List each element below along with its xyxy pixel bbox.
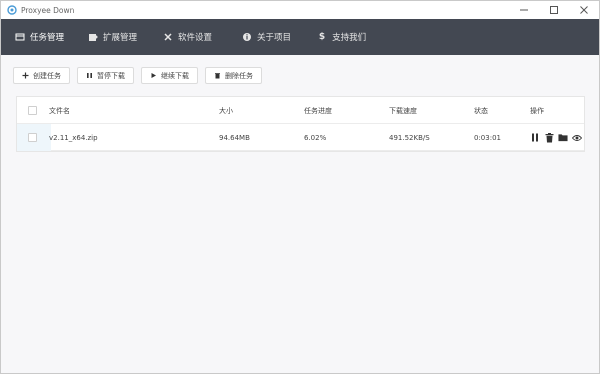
select-all-checkbox[interactable]: [28, 106, 37, 115]
nav-item-task-management[interactable]: 任务管理: [5, 19, 74, 55]
pause-icon[interactable]: [530, 133, 540, 143]
delete-task-button[interactable]: 删除任务: [205, 67, 262, 84]
delete-task-label: 删除任务: [225, 71, 253, 80]
trash-icon: [214, 72, 221, 79]
play-icon: [150, 72, 157, 79]
puzzle-icon: [88, 32, 98, 42]
create-task-button[interactable]: 创建任务: [13, 67, 70, 84]
nav-item-extension-management[interactable]: 扩展管理: [78, 19, 147, 55]
app-window: Proxyee Down 任务管理 扩展管理 软件设置 关于项目 $ 支持我们 …: [0, 0, 600, 374]
cell-filename: v2.11_x64.zip: [49, 133, 98, 142]
close-icon[interactable]: [569, 1, 599, 19]
create-task-label: 创建任务: [33, 71, 61, 80]
header-filename: 文件名: [49, 106, 70, 115]
header-speed: 下载速度: [389, 106, 417, 115]
row-checkbox[interactable]: [28, 133, 37, 142]
tools-icon: [163, 32, 173, 42]
window-controls: [509, 1, 599, 19]
nav-item-about[interactable]: 关于项目: [232, 19, 301, 55]
cell-size: 94.64MB: [219, 133, 250, 142]
header-status: 状态: [474, 106, 488, 115]
trash-icon[interactable]: [544, 132, 554, 143]
main-nav: 任务管理 扩展管理 软件设置 关于项目 $ 支持我们: [1, 19, 599, 55]
minimize-icon[interactable]: [509, 1, 539, 19]
cell-status: 0:03:01: [474, 133, 501, 142]
row-select-cell: [17, 124, 51, 151]
cell-actions: [530, 124, 586, 151]
task-table: 文件名 大小 任务进度 下载速度 状态 操作 v2.11_x64.zip 94.…: [16, 96, 585, 152]
info-icon: [242, 32, 252, 42]
pause-download-button[interactable]: 暂停下载: [77, 67, 134, 84]
nav-item-label: 关于项目: [257, 33, 292, 43]
plus-icon: [22, 72, 29, 79]
nav-item-label: 扩展管理: [103, 33, 138, 43]
nav-item-label: 软件设置: [178, 33, 213, 43]
app-logo-icon: [7, 5, 17, 15]
dollar-icon: $: [318, 32, 326, 42]
cell-progress: 6.02%: [304, 133, 327, 142]
header-progress: 任务进度: [304, 106, 332, 115]
nav-item-settings[interactable]: 软件设置: [153, 19, 222, 55]
title-bar: Proxyee Down: [1, 1, 599, 19]
resume-download-button[interactable]: 继续下载: [141, 67, 198, 84]
nav-item-label: 支持我们: [332, 33, 367, 43]
cell-speed: 491.52KB/S: [389, 133, 430, 142]
window-title: Proxyee Down: [21, 5, 75, 15]
table-row[interactable]: v2.11_x64.zip 94.64MB 6.02% 491.52KB/S 0…: [17, 124, 584, 151]
folder-icon[interactable]: [558, 133, 568, 143]
pause-icon: [86, 72, 93, 79]
task-toolbar: 创建任务 暂停下载 继续下载 删除任务: [13, 67, 269, 84]
download-list-icon: [15, 32, 25, 42]
pause-download-label: 暂停下载: [97, 71, 125, 80]
resume-download-label: 继续下载: [161, 71, 189, 80]
select-all-cell: [28, 97, 37, 124]
header-size: 大小: [219, 106, 233, 115]
eye-icon[interactable]: [572, 133, 582, 143]
nav-item-label: 任务管理: [30, 33, 65, 43]
nav-item-support[interactable]: $ 支持我们: [307, 19, 376, 55]
maximize-icon[interactable]: [539, 1, 569, 19]
header-actions: 操作: [530, 106, 544, 115]
table-header-row: 文件名 大小 任务进度 下载速度 状态 操作: [17, 97, 584, 124]
